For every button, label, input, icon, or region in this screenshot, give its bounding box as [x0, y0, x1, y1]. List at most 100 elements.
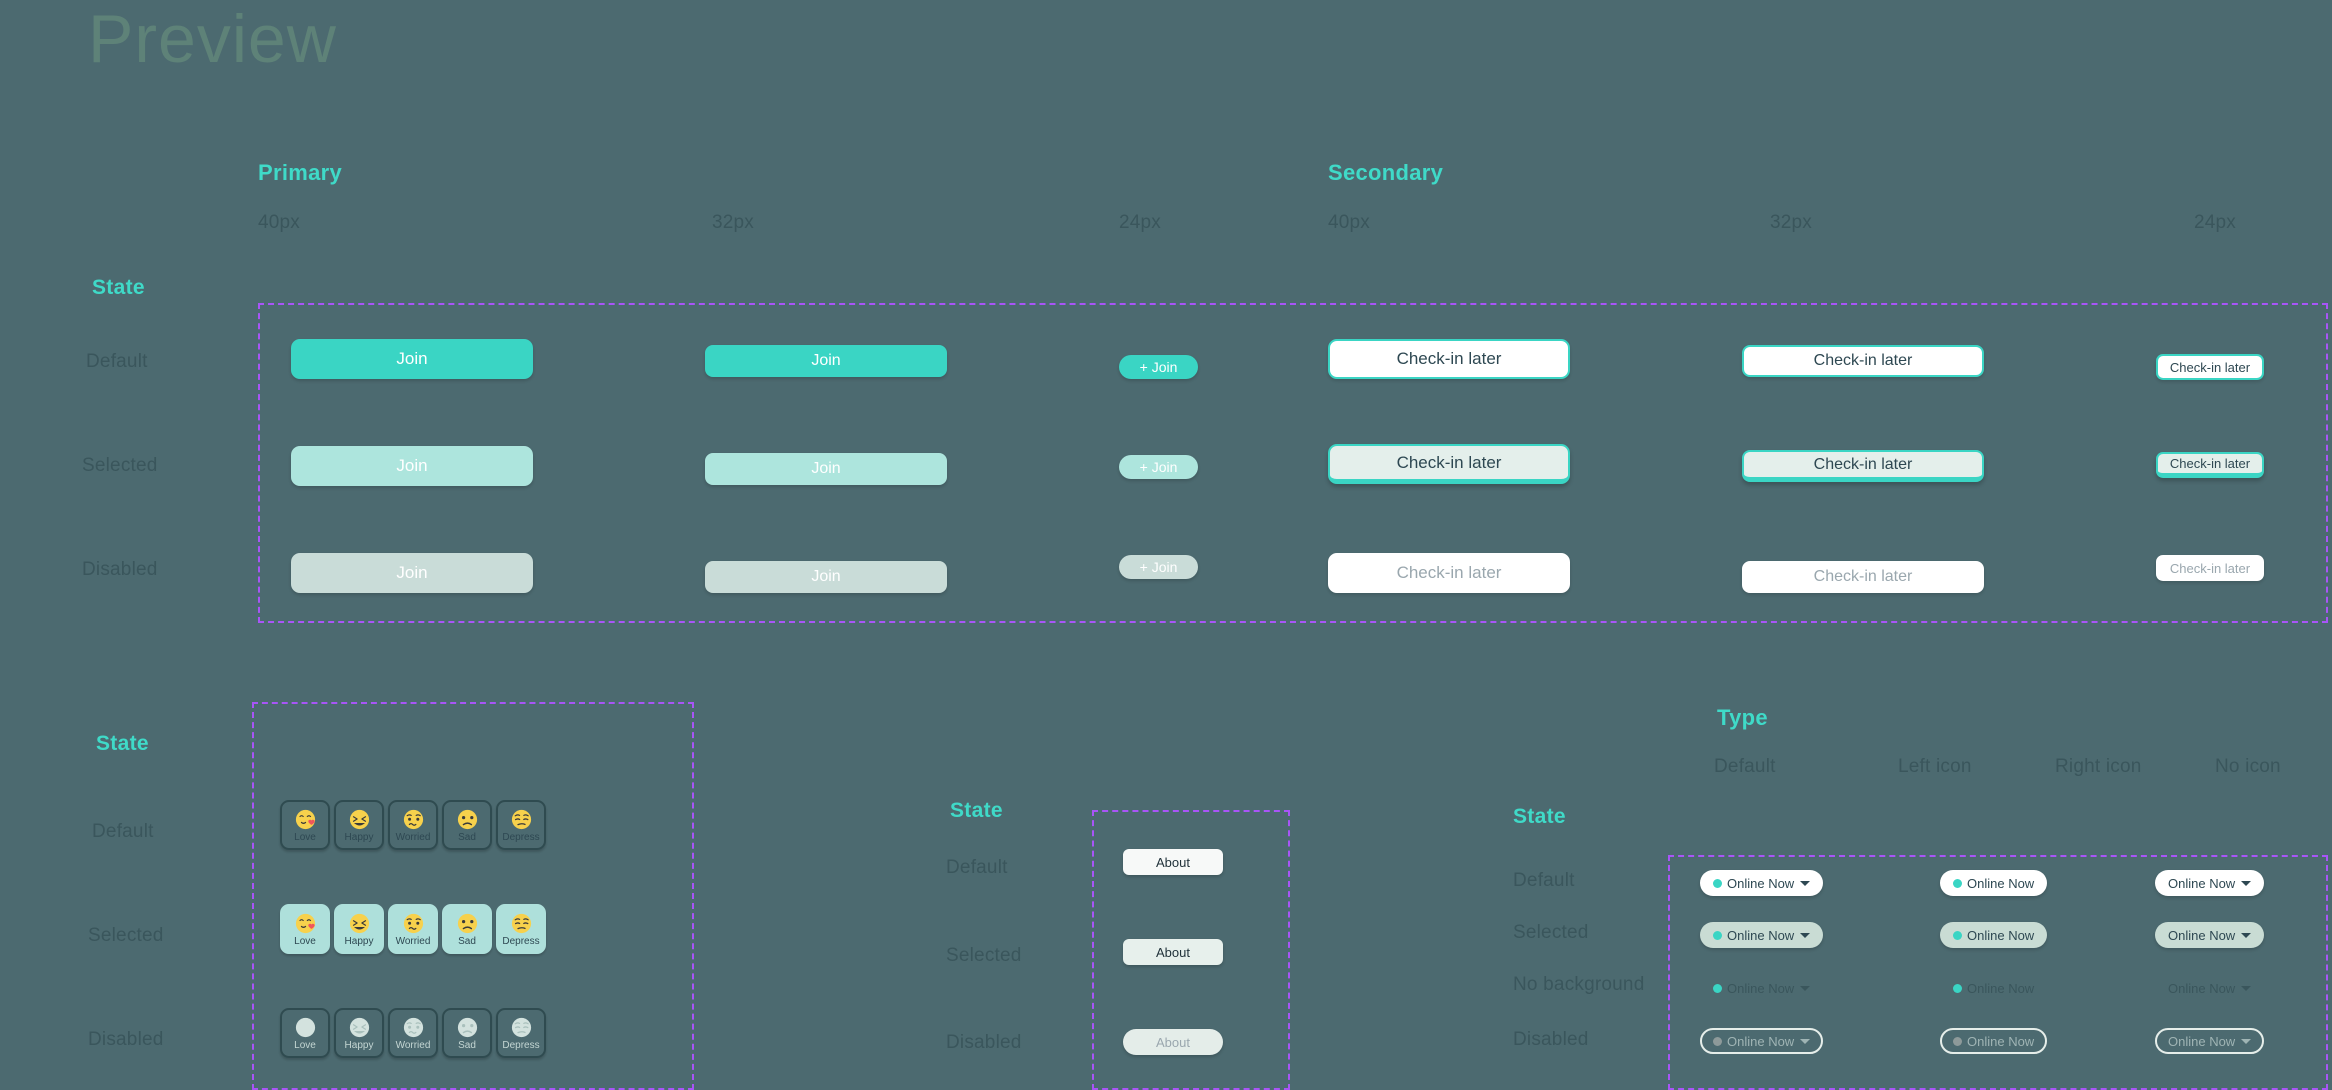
chevron-down-icon[interactable] [1800, 880, 1811, 886]
col-head-secondary-24: 24px [2194, 212, 2237, 233]
emoji-tile-worried-selected[interactable]: Worried [388, 904, 438, 954]
emoji-row-label-selected: Selected [88, 925, 164, 946]
chip-label: Online Now [1967, 1033, 2035, 1049]
chip-label: Online Now [1967, 875, 2035, 891]
chevron-down-icon[interactable] [1800, 1038, 1811, 1044]
sad-emoji [457, 809, 477, 830]
chip-label: Online Now [2168, 1033, 2236, 1049]
col-head-primary-32: 32px [712, 212, 755, 233]
love-emoji [295, 1017, 315, 1038]
chevron-down-icon[interactable] [2241, 985, 2252, 991]
primary-24-selected[interactable]: + Join [1119, 455, 1198, 479]
emoji-tile-label: Sad [458, 936, 476, 947]
chevron-down-icon[interactable] [1800, 985, 1811, 991]
happy-emoji [349, 913, 369, 934]
emoji-tile-label: Love [294, 936, 316, 947]
about-row-label-selected: Selected [946, 945, 1022, 966]
primary-32-selected[interactable]: Join [705, 453, 947, 485]
emoji-tile-sad-disabled: Sad [442, 1008, 492, 1058]
online-status-dot-icon [1713, 1036, 1722, 1046]
chip-left-icon-default[interactable]: Online Now [1940, 870, 2048, 896]
emoji-tile-love-disabled: Love [280, 1008, 330, 1058]
emoji-tile-label: Happy [344, 936, 374, 947]
chevron-down-icon[interactable] [2241, 932, 2252, 938]
sad-emoji [457, 1017, 477, 1038]
chip-label: Online Now [2168, 927, 2236, 943]
row-label-selected: Selected [82, 455, 158, 476]
chip-default-no-background[interactable]: Online Now [1700, 975, 1823, 1001]
chip-label: Online Now [1727, 927, 1795, 943]
emoji-tile-label: Love [294, 832, 316, 843]
secondary-40-disabled: Check-in later [1328, 553, 1570, 593]
chips-col-head-right-icon: Right icon [2055, 756, 2142, 777]
emoji-state-heading: State [96, 732, 149, 755]
online-status-dot-icon [1713, 878, 1722, 888]
online-status-dot-icon [1953, 878, 1962, 888]
chips-col-head-default: Default [1714, 756, 1776, 777]
about-button-default[interactable]: About [1123, 849, 1223, 875]
chip-label: Online Now [1727, 875, 1795, 891]
secondary-40-selected[interactable]: Check-in later [1328, 444, 1570, 484]
emoji-tile-label: Happy [344, 832, 374, 843]
love-emoji [295, 809, 315, 830]
chip-right-icon-disabled: Online Now [2155, 1028, 2265, 1054]
group-title-primary: Primary [258, 160, 343, 185]
worried-emoji [403, 1017, 423, 1038]
sad-emoji [457, 913, 477, 934]
primary-32-default[interactable]: Join [705, 345, 947, 377]
emoji-tile-sad-selected[interactable]: Sad [442, 904, 492, 954]
emoji-tile-label: Depress [502, 936, 540, 947]
secondary-32-selected[interactable]: Check-in later [1742, 450, 1984, 482]
emoji-tile-depress-selected[interactable]: Depress [496, 904, 546, 954]
emoji-tile-label: Happy [344, 1040, 374, 1051]
about-button-selected[interactable]: About [1123, 939, 1223, 965]
chip-label: Online Now [1727, 980, 1795, 996]
emoji-tile-label: Sad [458, 832, 476, 843]
emoji-tile-label: Love [294, 1040, 316, 1051]
chips-col-head-no-icon: No icon [2215, 756, 2281, 777]
emoji-tile-happy-disabled: Happy [334, 1008, 384, 1058]
depress-emoji [511, 913, 531, 934]
emoji-tile-happy-default[interactable]: Happy [334, 800, 384, 850]
emoji-tile-sad-default[interactable]: Sad [442, 800, 492, 850]
worried-emoji [403, 809, 423, 830]
about-row-label-default: Default [946, 857, 1008, 878]
secondary-32-default[interactable]: Check-in later [1742, 345, 1984, 377]
chip-right-icon-no-background[interactable]: Online Now [2155, 975, 2264, 1001]
love-emoji [295, 913, 315, 934]
emoji-tile-label: Worried [395, 936, 431, 947]
chevron-down-icon[interactable] [1800, 932, 1811, 938]
chips-type-heading: Type [1717, 705, 1768, 730]
chip-label: Online Now [1727, 1033, 1795, 1049]
chevron-down-icon[interactable] [2241, 880, 2252, 886]
col-head-secondary-32: 32px [1770, 212, 1813, 233]
primary-40-default[interactable]: Join [291, 339, 533, 379]
chip-right-icon-default[interactable]: Online Now [2155, 870, 2265, 896]
primary-40-disabled: Join [291, 553, 533, 593]
emoji-tile-happy-selected[interactable]: Happy [334, 904, 384, 954]
emoji-tile-worried-disabled: Worried [388, 1008, 438, 1058]
primary-24-default[interactable]: + Join [1119, 355, 1198, 379]
chips-row-label-disabled: Disabled [1513, 1029, 1589, 1050]
emoji-row-label-default: Default [92, 821, 154, 842]
secondary-40-default[interactable]: Check-in later [1328, 339, 1570, 379]
chip-left-icon-disabled: Online Now [1940, 1028, 2048, 1054]
chip-default-default[interactable]: Online Now [1700, 870, 1824, 896]
online-status-dot-icon [1953, 930, 1962, 940]
page-title: Preview [88, 1, 337, 77]
emoji-tile-depress-default[interactable]: Depress [496, 800, 546, 850]
chip-left-icon-selected[interactable]: Online Now [1940, 922, 2048, 948]
primary-40-selected[interactable]: Join [291, 446, 533, 486]
about-button-disabled: About [1123, 1029, 1223, 1055]
emoji-tile-love-default[interactable]: Love [280, 800, 330, 850]
secondary-24-selected[interactable]: Check-in later [2156, 452, 2264, 478]
chip-left-icon-no-background[interactable]: Online Now [1940, 975, 2047, 1001]
depress-emoji [511, 809, 531, 830]
depress-emoji [511, 1017, 531, 1038]
emoji-tile-love-selected[interactable]: Love [280, 904, 330, 954]
chip-right-icon-selected[interactable]: Online Now [2155, 922, 2265, 948]
chip-default-selected[interactable]: Online Now [1700, 922, 1824, 948]
secondary-24-default[interactable]: Check-in later [2156, 354, 2264, 380]
emoji-tile-worried-default[interactable]: Worried [388, 800, 438, 850]
chevron-down-icon[interactable] [2241, 1038, 2252, 1044]
